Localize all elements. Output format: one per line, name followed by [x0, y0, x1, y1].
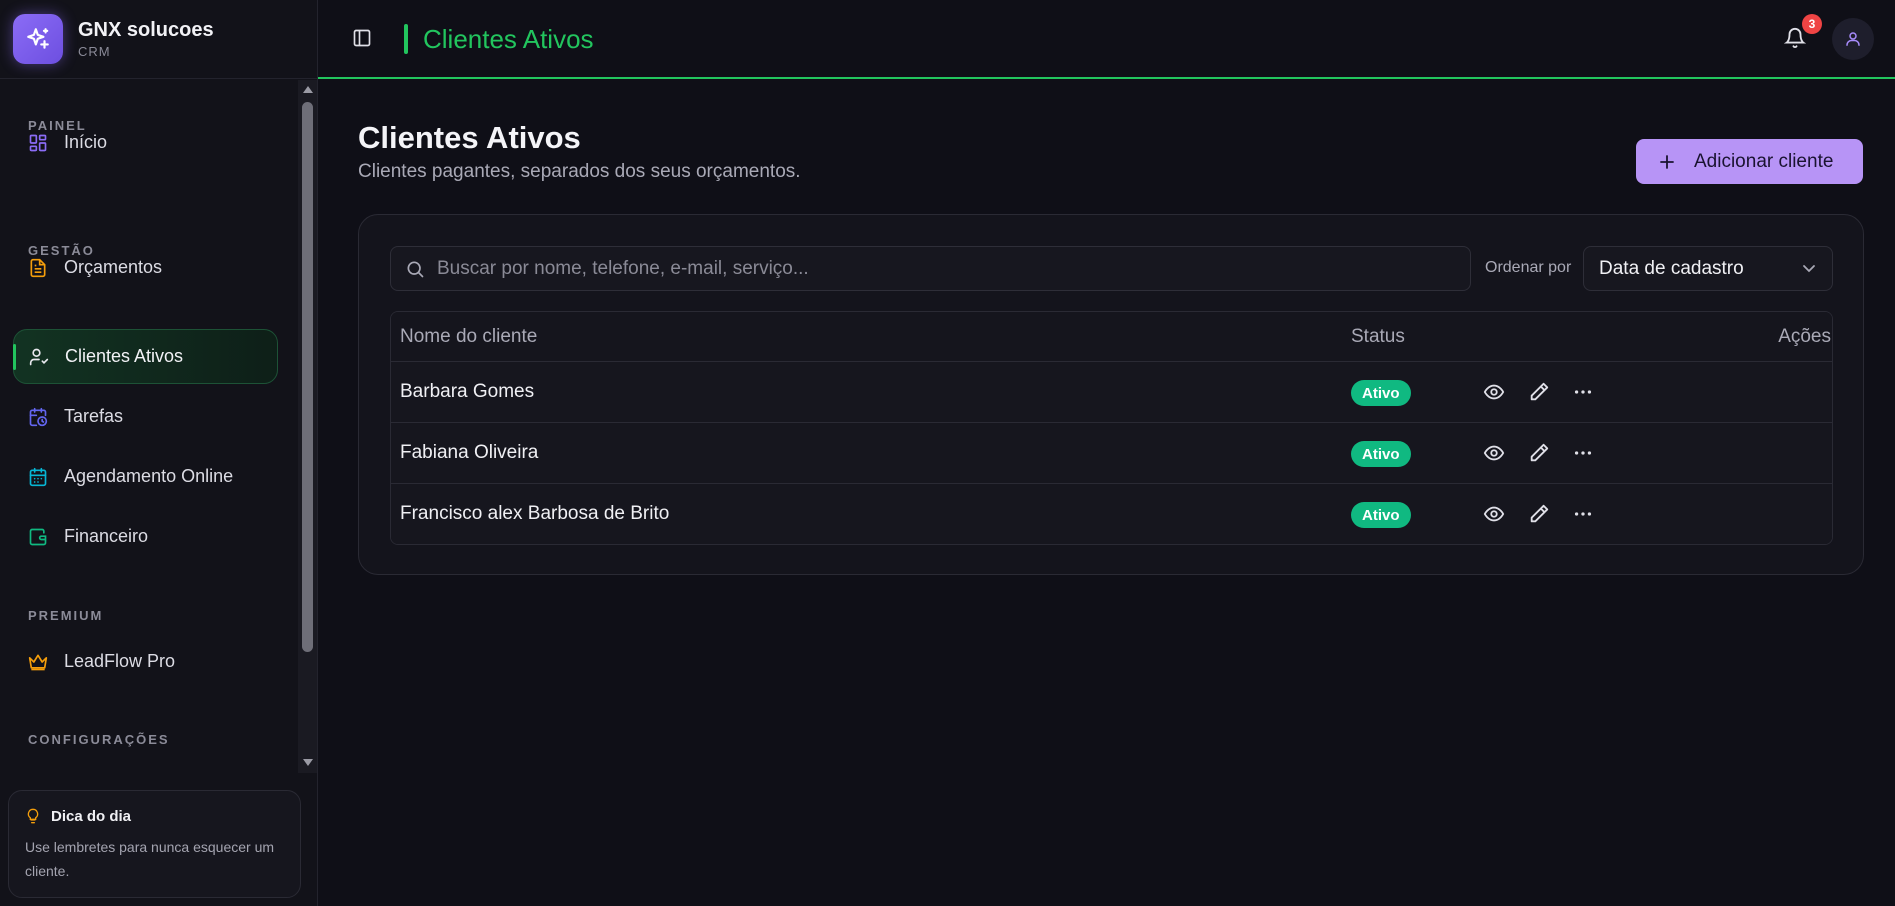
avatar[interactable] [1832, 18, 1874, 60]
sidebar-item-label: LeadFlow Pro [64, 651, 176, 671]
tip-text: Use lembretes para nunca esquecer um cli… [25, 839, 275, 879]
sidebar-item-label: Início [64, 132, 108, 152]
search-input[interactable] [437, 257, 1437, 280]
pencil-icon[interactable] [1528, 503, 1550, 530]
bell-icon[interactable] [1783, 26, 1807, 55]
add-client-button[interactable]: Adicionar cliente [1636, 139, 1863, 184]
sort-label: Ordenar por [1485, 259, 1572, 276]
add-client-label: Adicionar cliente [1694, 150, 1834, 172]
status-badge: Ativo [1351, 502, 1411, 528]
column-name-header[interactable]: Nome do cliente [400, 326, 537, 348]
sidebar-item-label: Clientes Ativos [65, 346, 184, 366]
sidebar-nav: PAINEL Início GESTÃO Orçamentos Clientes… [0, 80, 298, 773]
section-configuracoes: CONFIGURAÇÕES [28, 732, 170, 747]
lightbulb-icon [27, 808, 39, 824]
table-row[interactable]: Francisco alex Barbosa de Brito Ativo [391, 484, 1832, 544]
scroll-up-arrow[interactable] [303, 86, 313, 93]
sidebar-toggle-icon[interactable] [352, 28, 372, 53]
sidebar-item-label: Tarefas [64, 406, 124, 426]
sidebar-item-inicio[interactable]: Início [13, 115, 278, 170]
wallet-icon [29, 528, 47, 545]
tip-title: Dica do dia [51, 807, 132, 825]
brand-name: GNX solucoes [78, 19, 214, 41]
more-icon[interactable] [1572, 503, 1594, 530]
eye-icon[interactable] [1483, 381, 1505, 408]
column-actions-header: Ações [1778, 326, 1831, 347]
eye-icon[interactable] [1483, 442, 1505, 469]
pencil-icon[interactable] [1528, 442, 1550, 469]
table-row[interactable]: Barbara Gomes Ativo [391, 362, 1832, 423]
page-subtitle: Clientes pagantes, separados dos seus or… [358, 161, 801, 182]
header-accent-bar [404, 24, 408, 54]
brand: GNX solucoes CRM [0, 0, 317, 79]
brand-subtitle: CRM [78, 44, 111, 59]
client-name[interactable]: Francisco alex Barbosa de Brito [400, 503, 669, 525]
sidebar-item-clientes-ativos[interactable]: Clientes Ativos [13, 329, 278, 384]
client-name[interactable]: Barbara Gomes [400, 381, 534, 403]
pencil-icon[interactable] [1528, 381, 1550, 408]
status-badge: Ativo [1351, 380, 1411, 406]
sidebar-item-agendamento[interactable]: Agendamento Online [13, 449, 278, 504]
clients-card: Ordenar por Data de cadastro Nome do cli… [358, 214, 1864, 575]
document-icon [30, 258, 46, 277]
sidebar-item-label: Agendamento Online [64, 466, 234, 486]
sidebar-item-financeiro[interactable]: Financeiro [13, 509, 278, 564]
user-check-icon [29, 348, 49, 365]
top-header: Clientes Ativos 3 [318, 0, 1895, 79]
table-header: Nome do cliente Status Ações [391, 312, 1832, 362]
tip-card: Dica do dia Use lembretes para nunca esq… [8, 790, 301, 898]
search-box[interactable] [390, 246, 1471, 291]
crown-icon [28, 654, 48, 670]
client-name[interactable]: Fabiana Oliveira [400, 442, 538, 464]
sidebar: GNX solucoes CRM PAINEL Início GESTÃO Or… [0, 0, 318, 906]
notification-badge: 3 [1802, 14, 1822, 34]
sort-select[interactable]: Data de cadastro [1583, 246, 1833, 291]
more-icon[interactable] [1572, 381, 1594, 408]
page-title: Clientes Ativos [358, 120, 581, 155]
sidebar-item-orcamentos[interactable]: Orçamentos [13, 240, 278, 295]
sidebar-item-label: Orçamentos [64, 257, 163, 277]
more-icon[interactable] [1572, 442, 1594, 469]
calendar-icon [29, 467, 47, 486]
scroll-down-arrow[interactable] [303, 759, 313, 766]
section-premium: PREMIUM [28, 608, 104, 623]
sidebar-item-leadflow[interactable]: LeadFlow Pro [13, 634, 278, 689]
header-title: Clientes Ativos [423, 24, 594, 54]
table-row[interactable]: Fabiana Oliveira Ativo [391, 423, 1832, 484]
user-icon [1846, 32, 1860, 46]
scroll-thumb[interactable] [302, 102, 313, 652]
column-status-header[interactable]: Status [1351, 326, 1405, 348]
plus-icon [1660, 154, 1674, 169]
calendar-clock-icon [29, 407, 48, 426]
sidebar-item-label: Financeiro [64, 526, 149, 546]
clients-table: Nome do cliente Status Ações Barbara Gom… [390, 311, 1833, 545]
sidebar-scrollbar[interactable] [298, 80, 317, 773]
status-badge: Ativo [1351, 441, 1411, 467]
dashboard-icon [29, 134, 47, 151]
sort-value: Data de cadastro [1599, 257, 1744, 279]
eye-icon[interactable] [1483, 503, 1505, 530]
search-icon [407, 261, 424, 277]
sparkles-icon[interactable] [13, 14, 63, 64]
sidebar-item-tarefas[interactable]: Tarefas [13, 389, 278, 444]
chevron-down-icon [1803, 265, 1815, 273]
